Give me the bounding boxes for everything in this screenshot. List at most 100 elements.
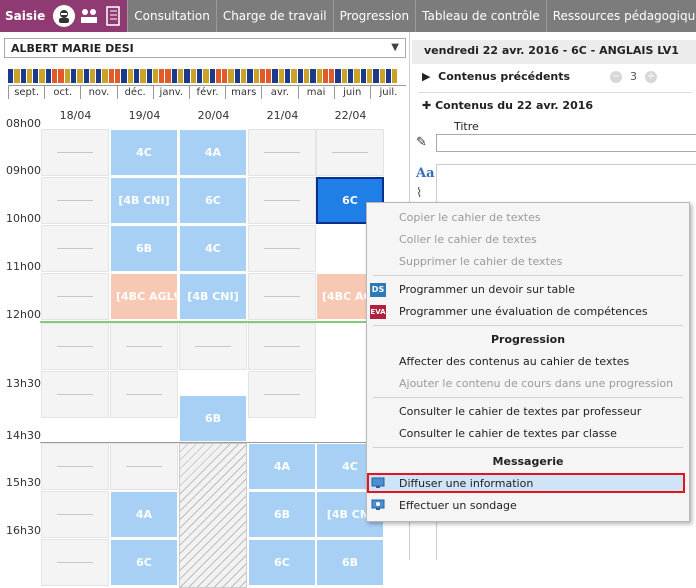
ds-icon: DS bbox=[370, 283, 386, 297]
day-header: 18/04 bbox=[59, 109, 92, 122]
eva-icon: EVA bbox=[370, 305, 386, 319]
empty-slot[interactable] bbox=[110, 371, 178, 418]
chevron-right-icon: ▶ bbox=[422, 70, 431, 83]
day-header: 21/04 bbox=[266, 109, 299, 122]
course-slot[interactable]: 4C bbox=[179, 225, 247, 272]
empty-slot[interactable] bbox=[248, 225, 316, 272]
course-slot[interactable]: 6B bbox=[110, 225, 178, 272]
month-label[interactable]: févr. bbox=[188, 86, 225, 99]
timetable-panel: ALBERT MARIE DESI ▼ sept. oct. nov. déc.… bbox=[0, 32, 410, 588]
month-label[interactable]: janv. bbox=[152, 86, 189, 99]
month-ruler: sept. oct. nov. déc. janv. févr. mars av… bbox=[8, 85, 406, 99]
menu-diffuser[interactable]: Diffuser une information bbox=[399, 477, 533, 490]
classes-icon[interactable] bbox=[79, 5, 99, 27]
day-header: 19/04 bbox=[128, 109, 161, 122]
menu-evaluation[interactable]: Programmer une évaluation de compétences bbox=[399, 305, 648, 318]
course-slot[interactable]: 6C bbox=[179, 177, 247, 224]
course-slot[interactable]: 6B bbox=[316, 539, 384, 586]
month-label[interactable]: mai bbox=[297, 86, 334, 99]
course-slot[interactable]: 4A bbox=[110, 491, 178, 538]
timetable-grid: 18/04 19/04 20/04 21/04 22/04 08h00 09h0… bbox=[0, 107, 410, 588]
day-header: 22/04 bbox=[334, 109, 367, 122]
course-slot[interactable]: 4A bbox=[248, 443, 316, 490]
month-label[interactable]: sept. bbox=[8, 86, 44, 99]
month-label[interactable]: nov. bbox=[80, 86, 116, 99]
empty-slot[interactable] bbox=[41, 491, 109, 538]
chevron-down-icon[interactable]: ▼ bbox=[391, 42, 399, 53]
course-slot[interactable]: 6B bbox=[248, 491, 316, 538]
menu-ajouter[interactable]: Ajouter le contenu de cours dans une pro… bbox=[399, 377, 673, 390]
course-slot-cancelled[interactable]: [4BC AGL9 bbox=[110, 273, 178, 320]
course-slot[interactable]: 4C bbox=[110, 129, 178, 176]
course-slot[interactable]: 6C bbox=[248, 539, 316, 586]
menu-copy[interactable]: Copier le cahier de textes bbox=[399, 211, 541, 224]
menu-consult-classe[interactable]: Consulter le cahier de textes par classe bbox=[399, 427, 617, 440]
hour-label: 16h30 bbox=[6, 524, 41, 537]
empty-slot[interactable] bbox=[41, 323, 109, 370]
month-label[interactable]: oct. bbox=[44, 86, 80, 99]
attachment-icon[interactable]: ⌇ bbox=[416, 186, 422, 201]
tab-consultation[interactable]: Consultation bbox=[127, 0, 216, 32]
month-label[interactable]: avr. bbox=[261, 86, 297, 99]
plus-icon[interactable]: + bbox=[645, 70, 657, 83]
tab-charge-de-travail[interactable]: Charge de travail bbox=[215, 0, 333, 32]
empty-slot[interactable] bbox=[110, 443, 178, 490]
menu-delete[interactable]: Supprimer le cahier de textes bbox=[399, 255, 562, 268]
empty-slot[interactable] bbox=[248, 371, 316, 418]
empty-slot[interactable] bbox=[248, 177, 316, 224]
empty-slot[interactable] bbox=[41, 443, 109, 490]
hour-label: 13h30 bbox=[6, 377, 41, 390]
hour-label: 08h00 bbox=[6, 117, 41, 130]
menu-paste[interactable]: Coller le cahier de textes bbox=[399, 233, 537, 246]
hour-label: 14h30 bbox=[6, 429, 41, 442]
empty-slot[interactable] bbox=[41, 129, 109, 176]
empty-slot[interactable] bbox=[316, 129, 384, 176]
hour-label: 12h00 bbox=[6, 308, 41, 321]
menu-divider bbox=[373, 325, 683, 326]
titre-input[interactable] bbox=[436, 134, 696, 152]
menu-sondage[interactable]: Effectuer un sondage bbox=[399, 499, 517, 512]
week-selector[interactable] bbox=[8, 69, 406, 83]
course-slot[interactable]: [4B CNI] bbox=[110, 177, 178, 224]
nav-saisie[interactable]: Saisie bbox=[0, 0, 128, 32]
text-format-icon[interactable]: Aa bbox=[416, 166, 435, 181]
menu-affecter[interactable]: Affecter des contenus au cahier de texte… bbox=[399, 355, 629, 368]
divider bbox=[418, 92, 692, 93]
course-slot[interactable]: [4B CNI] bbox=[179, 273, 247, 320]
empty-slot[interactable] bbox=[248, 129, 316, 176]
empty-slot[interactable] bbox=[248, 273, 316, 320]
empty-slot[interactable] bbox=[179, 323, 247, 370]
month-label[interactable]: mars bbox=[225, 86, 261, 99]
menu-divider bbox=[373, 397, 683, 398]
empty-slot[interactable] bbox=[41, 177, 109, 224]
teacher-select[interactable]: ALBERT MARIE DESI ▼ bbox=[4, 38, 406, 58]
month-label[interactable]: juil. bbox=[369, 86, 406, 99]
empty-slot[interactable] bbox=[110, 323, 178, 370]
add-icon[interactable]: ✚ bbox=[422, 99, 431, 112]
empty-slot[interactable] bbox=[41, 225, 109, 272]
teacher-avatar-icon[interactable] bbox=[53, 5, 76, 27]
month-label[interactable]: juin bbox=[333, 86, 370, 99]
notebook-icon[interactable] bbox=[103, 5, 123, 27]
tab-tableau-de-controle[interactable]: Tableau de contrôle bbox=[415, 0, 546, 32]
menu-consult-prof[interactable]: Consulter le cahier de textes par profes… bbox=[399, 405, 641, 418]
tab-progression[interactable]: Progression bbox=[332, 0, 416, 32]
month-label[interactable]: déc. bbox=[116, 86, 153, 99]
unavailable-slot bbox=[179, 443, 247, 588]
menu-divider bbox=[373, 275, 683, 276]
day-header: 20/04 bbox=[197, 109, 230, 122]
course-slot[interactable]: 6C bbox=[110, 539, 178, 586]
empty-slot[interactable] bbox=[41, 371, 109, 418]
menu-header-messagerie: Messagerie bbox=[492, 455, 564, 468]
course-slot[interactable]: 6B bbox=[179, 395, 247, 442]
empty-slot[interactable] bbox=[41, 273, 109, 320]
previous-contents-toggle[interactable]: ▶ Contenus précédents bbox=[422, 70, 570, 83]
empty-slot[interactable] bbox=[41, 539, 109, 586]
tab-ressources-pedagogiques[interactable]: Ressources pédagogiques bbox=[545, 0, 696, 32]
week-cell[interactable] bbox=[392, 69, 399, 83]
course-slot[interactable]: 4A bbox=[179, 129, 247, 176]
minus-icon[interactable]: − bbox=[610, 70, 622, 83]
magic-wand-icon[interactable]: ✎ bbox=[416, 135, 427, 150]
menu-devoir[interactable]: Programmer un devoir sur table bbox=[399, 283, 575, 296]
empty-slot[interactable] bbox=[248, 323, 316, 370]
